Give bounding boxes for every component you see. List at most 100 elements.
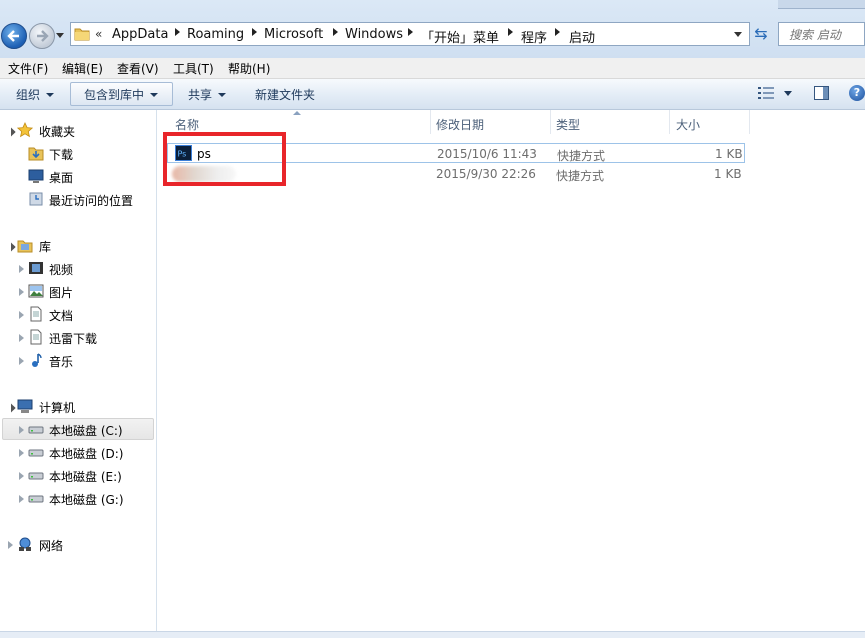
menu-view[interactable]: 查看(V): [117, 60, 159, 77]
view-options-icon[interactable]: [758, 87, 774, 99]
forward-arrow-icon: [37, 30, 49, 42]
nav-item-label: 最近访问的位置: [49, 194, 134, 208]
menu-help[interactable]: 帮助(H): [228, 60, 270, 77]
crumb-startup[interactable]: 启动: [569, 27, 595, 46]
refresh-button[interactable]: ⇆: [751, 24, 771, 44]
crumb-separator[interactable]: [175, 28, 180, 36]
nav-item-xunlei-downloads[interactable]: 迅雷下载: [0, 327, 155, 348]
crumb-windows[interactable]: Windows: [345, 27, 403, 42]
expand-arrow-icon[interactable]: [19, 426, 24, 434]
expand-arrow-icon[interactable]: [8, 541, 13, 549]
crumb-separator[interactable]: [555, 28, 560, 36]
nav-item-recent-places[interactable]: 最近访问的位置: [0, 189, 155, 210]
expand-arrow-icon[interactable]: [19, 495, 24, 503]
expand-arrow-icon[interactable]: [19, 472, 24, 480]
nav-item-drive-d[interactable]: 本地磁盘 (D:): [0, 442, 155, 463]
include-in-library-label: 包含到库中: [84, 88, 145, 102]
crumb-appdata[interactable]: AppData: [112, 27, 168, 42]
help-icon[interactable]: ?: [849, 85, 865, 101]
expand-arrow-icon[interactable]: [6, 127, 16, 137]
nav-favorites[interactable]: 收藏夹: [0, 120, 155, 141]
nav-item-drive-g[interactable]: 本地磁盘 (G:): [0, 488, 155, 509]
nav-item-videos[interactable]: 视频: [0, 258, 155, 279]
nav-item-downloads[interactable]: 下载: [0, 143, 155, 164]
menu-tools[interactable]: 工具(T): [173, 60, 214, 77]
nav-computer[interactable]: 计算机: [0, 396, 155, 417]
nav-item-label: 视频: [49, 263, 74, 277]
nav-item-label: 迅雷下载: [49, 332, 98, 346]
menu-file[interactable]: 文件(F): [8, 60, 48, 77]
video-icon: [29, 262, 43, 274]
file-size: 1 KB: [714, 167, 742, 181]
forward-button[interactable]: [29, 23, 55, 49]
drive-icon: [28, 495, 44, 503]
crumb-separator[interactable]: [508, 28, 513, 36]
organize-label: 组织: [16, 88, 41, 102]
share-button[interactable]: 共享: [188, 86, 227, 103]
library-icon: [17, 240, 33, 253]
view-dropdown-arrow[interactable]: [784, 91, 792, 96]
nav-item-label: 下载: [49, 148, 74, 162]
computer-icon: [17, 399, 33, 413]
nav-item-pictures[interactable]: 图片: [0, 281, 155, 302]
file-type: 快捷方式: [557, 149, 606, 163]
column-divider[interactable]: [669, 110, 670, 134]
nav-item-label: 图片: [49, 286, 74, 300]
crumb-separator[interactable]: [252, 28, 257, 36]
expand-arrow-icon[interactable]: [19, 265, 24, 273]
organize-button[interactable]: 组织: [16, 86, 55, 103]
nav-item-desktop[interactable]: 桌面: [0, 166, 155, 187]
crumb-roaming[interactable]: Roaming: [187, 27, 244, 42]
search-input[interactable]: [787, 24, 861, 46]
nav-item-label: 本地磁盘 (D:): [49, 447, 124, 461]
crumb-programs[interactable]: 程序: [521, 27, 547, 46]
crumb-separator[interactable]: [408, 28, 413, 36]
address-bar[interactable]: « AppData Roaming Microsoft Windows 「开始」…: [70, 22, 750, 46]
expand-arrow-icon[interactable]: [19, 357, 24, 365]
back-arrow-icon: [7, 30, 19, 42]
menu-edit[interactable]: 编辑(E): [62, 60, 103, 77]
file-size: 1 KB: [715, 147, 743, 161]
crumb-separator[interactable]: [333, 28, 338, 36]
refresh-icon: ⇆: [754, 24, 768, 43]
nav-item-label: 本地磁盘 (G:): [49, 493, 124, 507]
nav-item-drive-e[interactable]: 本地磁盘 (E:): [0, 465, 155, 486]
preview-pane-icon[interactable]: [814, 86, 829, 100]
expand-arrow-icon[interactable]: [19, 334, 24, 342]
drive-icon: [28, 426, 44, 434]
recent-pages-dropdown[interactable]: [56, 31, 64, 39]
nav-libraries[interactable]: 库: [0, 235, 155, 256]
include-in-library-button[interactable]: 包含到库中: [84, 86, 159, 103]
nav-item-music[interactable]: 音乐: [0, 350, 155, 371]
column-divider[interactable]: [430, 110, 431, 134]
expand-arrow-icon[interactable]: [6, 242, 16, 252]
crumb-microsoft[interactable]: Microsoft: [264, 27, 323, 42]
document-icon: [30, 306, 42, 322]
nav-item-drive-c[interactable]: 本地磁盘 (C:): [0, 419, 155, 440]
column-divider[interactable]: [749, 110, 750, 134]
search-box[interactable]: [778, 22, 865, 46]
address-history-dropdown[interactable]: [734, 32, 742, 37]
column-divider[interactable]: [550, 110, 551, 134]
crumb-start-menu[interactable]: 「开始」菜单: [421, 27, 499, 46]
overflow-chevron[interactable]: «: [95, 27, 102, 41]
column-header-modified[interactable]: 修改日期: [436, 116, 484, 133]
annotation-highlight-box: [163, 132, 286, 186]
share-label: 共享: [188, 88, 213, 102]
nav-favorites-label: 收藏夹: [39, 125, 76, 139]
column-header-size[interactable]: 大小: [676, 116, 700, 133]
back-button[interactable]: [1, 23, 27, 49]
nav-network[interactable]: 网络: [0, 534, 155, 555]
expand-arrow-icon[interactable]: [19, 288, 24, 296]
drive-icon: [28, 472, 44, 480]
music-icon: [32, 353, 42, 367]
new-folder-button[interactable]: 新建文件夹: [255, 86, 315, 103]
expand-arrow-icon[interactable]: [19, 449, 24, 457]
network-icon: [19, 537, 31, 551]
column-header-type[interactable]: 类型: [556, 116, 580, 133]
column-header-name[interactable]: 名称: [175, 116, 199, 133]
expand-arrow-icon[interactable]: [19, 311, 24, 319]
nav-computer-label: 计算机: [39, 401, 76, 415]
nav-item-documents[interactable]: 文档: [0, 304, 155, 325]
expand-arrow-icon[interactable]: [6, 403, 16, 413]
